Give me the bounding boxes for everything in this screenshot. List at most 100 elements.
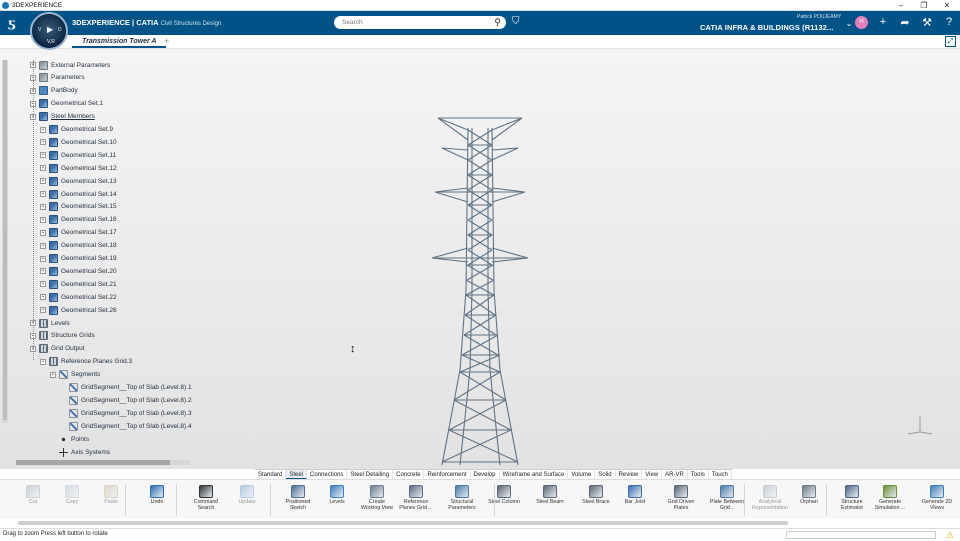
expand-toggle-icon[interactable]: + bbox=[40, 242, 46, 249]
ds-logo-icon[interactable]: ƽ bbox=[8, 16, 15, 30]
search-input[interactable] bbox=[342, 19, 482, 26]
add-icon[interactable]: + bbox=[876, 16, 890, 28]
expand-toggle-icon[interactable]: + bbox=[40, 294, 46, 301]
toolbar-tab-develop[interactable]: Develop bbox=[471, 470, 500, 479]
expand-toggle-icon[interactable]: + bbox=[40, 216, 46, 223]
share-icon[interactable]: ➦ bbox=[898, 16, 912, 29]
toolbar-tab-reinforcement[interactable]: Reinforcement bbox=[424, 470, 471, 479]
tree-item[interactable]: + Geometrical Set.9 bbox=[40, 124, 113, 136]
cut-button[interactable]: Cut bbox=[15, 483, 51, 519]
toolbar-tab-volume[interactable]: Volume bbox=[568, 470, 596, 479]
play-icon[interactable]: ▶ bbox=[47, 25, 53, 34]
steel-column-button[interactable]: Steel Column bbox=[486, 483, 522, 519]
tree-item[interactable]: GridSegment__Top of Slab (Level.8).2 bbox=[60, 394, 192, 406]
expand-toggle-icon[interactable]: + bbox=[40, 126, 46, 133]
toolbar-tab-concrete[interactable]: Concrete bbox=[393, 470, 425, 479]
expand-toggle-icon[interactable]: + bbox=[40, 281, 46, 288]
status-input[interactable] bbox=[786, 531, 936, 539]
tree-item[interactable]: + Geometrical Set.11 bbox=[40, 149, 116, 161]
undo-button[interactable]: Undo bbox=[139, 483, 175, 519]
toolbar-tab-wireframe-and-surface[interactable]: Wireframe and Surface bbox=[500, 470, 569, 479]
steel-brace-button[interactable]: Steel Brace bbox=[578, 483, 614, 519]
transmission-tower-model[interactable] bbox=[420, 110, 540, 470]
tree-item[interactable]: + Geometrical Set.15 bbox=[40, 201, 117, 213]
tree-item[interactable]: + Geometrical Set.22 bbox=[40, 291, 117, 303]
tree-item[interactable]: + Geometrical Set.12 bbox=[40, 162, 117, 174]
expand-toggle-icon[interactable]: + bbox=[40, 203, 46, 210]
orphan-button[interactable]: Orphan bbox=[791, 483, 827, 519]
toolbar-tab-tools[interactable]: Tools bbox=[688, 470, 709, 479]
toolbar-tab-touch[interactable]: Touch bbox=[709, 470, 732, 479]
expand-toggle-icon[interactable]: + bbox=[50, 371, 56, 378]
tab-transmission-tower[interactable]: Transmission Tower A bbox=[72, 36, 167, 48]
toolbar-tab-ar-vr[interactable]: AR-VR bbox=[662, 470, 688, 479]
expand-toggle-icon[interactable]: + bbox=[40, 139, 46, 146]
restore-button[interactable]: ❐ bbox=[913, 0, 935, 11]
tools-icon[interactable]: ⚒ bbox=[920, 16, 934, 29]
expand-toggle-icon[interactable]: + bbox=[40, 229, 46, 236]
close-button[interactable]: ✕ bbox=[936, 0, 958, 11]
toolbar-tab-steel[interactable]: Steel bbox=[286, 470, 308, 479]
search-icon[interactable]: ⚲ bbox=[494, 17, 501, 28]
tree-item[interactable]: + Grid Output bbox=[30, 343, 85, 355]
expand-toggle-icon[interactable]: + bbox=[40, 255, 46, 262]
tree-item[interactable]: GridSegment__Top of Slab (Level.8).4 bbox=[60, 420, 192, 432]
reference-planes-grid-button[interactable]: Reference Planes Grid ... bbox=[398, 483, 434, 519]
tree-item[interactable]: + Geometrical Set.10 bbox=[40, 136, 117, 148]
tree-item[interactable]: + Structure Grids bbox=[30, 330, 95, 342]
expand-toggle-icon[interactable]: + bbox=[40, 358, 46, 365]
toolbar-tab-solid[interactable]: Solid bbox=[595, 470, 616, 479]
generate-2d-views-button[interactable]: Generate 2D Views bbox=[919, 483, 955, 519]
tree-item[interactable]: + Geometrical Set.19 bbox=[40, 253, 117, 265]
tree-item[interactable]: + Steel Members bbox=[30, 111, 95, 123]
expand-icon[interactable]: ⤢ bbox=[945, 36, 956, 47]
tree-item[interactable]: + External Parameters bbox=[30, 59, 110, 71]
tree-item[interactable]: Points bbox=[50, 433, 89, 445]
action-bar-scrollbar[interactable] bbox=[0, 519, 960, 528]
plate-between-grid-button[interactable]: Plate Between Grid... bbox=[709, 483, 745, 519]
tree-item[interactable]: + Geometrical Set.21 bbox=[40, 278, 117, 290]
create-working-view-button[interactable]: Create Working View bbox=[359, 483, 395, 519]
toolbar-tab-view[interactable]: View bbox=[642, 470, 663, 479]
copy-button[interactable]: Copy bbox=[54, 483, 90, 519]
search-box[interactable]: ⚲ bbox=[334, 16, 506, 29]
tree-item[interactable]: + Geometrical Set.18 bbox=[40, 240, 117, 252]
tree-item[interactable]: + Geometrical Set.16 bbox=[40, 214, 117, 226]
toolbar-tab-review[interactable]: Review bbox=[616, 470, 643, 479]
compass-widget[interactable]: ▶ V D V,R bbox=[30, 12, 68, 50]
expand-toggle-icon[interactable]: + bbox=[40, 152, 46, 159]
tree-vertical-scrollbar[interactable] bbox=[2, 60, 8, 423]
levels-button[interactable]: Levels bbox=[319, 483, 355, 519]
tree-item[interactable]: + Levels bbox=[30, 317, 70, 329]
tree-item[interactable]: Axis Systems bbox=[50, 446, 110, 458]
tree-item[interactable]: + Geometrical Set.13 bbox=[40, 175, 117, 187]
avatar[interactable]: H bbox=[855, 16, 868, 29]
tree-item[interactable]: + Parameters bbox=[30, 72, 85, 84]
structural-parameters-button[interactable]: Structural Parameters bbox=[444, 483, 480, 519]
positioned-sketch-button[interactable]: Positioned Sketch bbox=[280, 483, 316, 519]
tree-item[interactable]: GridSegment__Top of Slab (Level.8).3 bbox=[60, 407, 192, 419]
tree-item[interactable]: + Geometrical Set.26 bbox=[40, 304, 117, 316]
expand-toggle-icon[interactable]: + bbox=[40, 268, 46, 275]
app-name[interactable]: CATIA INFRA & BUILDINGS (R1132... bbox=[700, 23, 833, 32]
structure-estimator-button[interactable]: Structure Estimator bbox=[834, 483, 870, 519]
paste-button[interactable]: Paste bbox=[93, 483, 129, 519]
help-icon[interactable]: ? bbox=[942, 16, 956, 28]
tree-item[interactable]: + Geometrical Set.1 bbox=[30, 98, 103, 110]
tree-horizontal-scrollbar[interactable] bbox=[16, 460, 190, 465]
expand-toggle-icon[interactable]: + bbox=[40, 178, 46, 185]
expand-toggle-icon[interactable]: + bbox=[40, 165, 46, 172]
minimize-button[interactable]: – bbox=[890, 0, 912, 11]
tree-item[interactable]: + Reference Planes Grid.3 bbox=[40, 356, 132, 368]
toolbar-tab-standard[interactable]: Standard bbox=[255, 470, 287, 479]
toolbar-tab-connections[interactable]: Connections bbox=[307, 470, 348, 479]
steel-beam-button[interactable]: Steel Beam bbox=[532, 483, 568, 519]
tree-item[interactable]: + Geometrical Set.17 bbox=[40, 227, 117, 239]
tree-item[interactable]: + Segments bbox=[50, 369, 100, 381]
tree-item[interactable]: GridSegment__Top of Slab (Level.8).1 bbox=[60, 382, 192, 394]
generate-simulation-button[interactable]: Generate Simulation ... bbox=[872, 483, 908, 519]
warning-icon[interactable]: ⚠ bbox=[946, 530, 954, 541]
axis-triad-icon[interactable] bbox=[904, 412, 934, 436]
expand-toggle-icon[interactable]: + bbox=[40, 307, 46, 314]
expand-toggle-icon[interactable]: + bbox=[40, 191, 46, 197]
